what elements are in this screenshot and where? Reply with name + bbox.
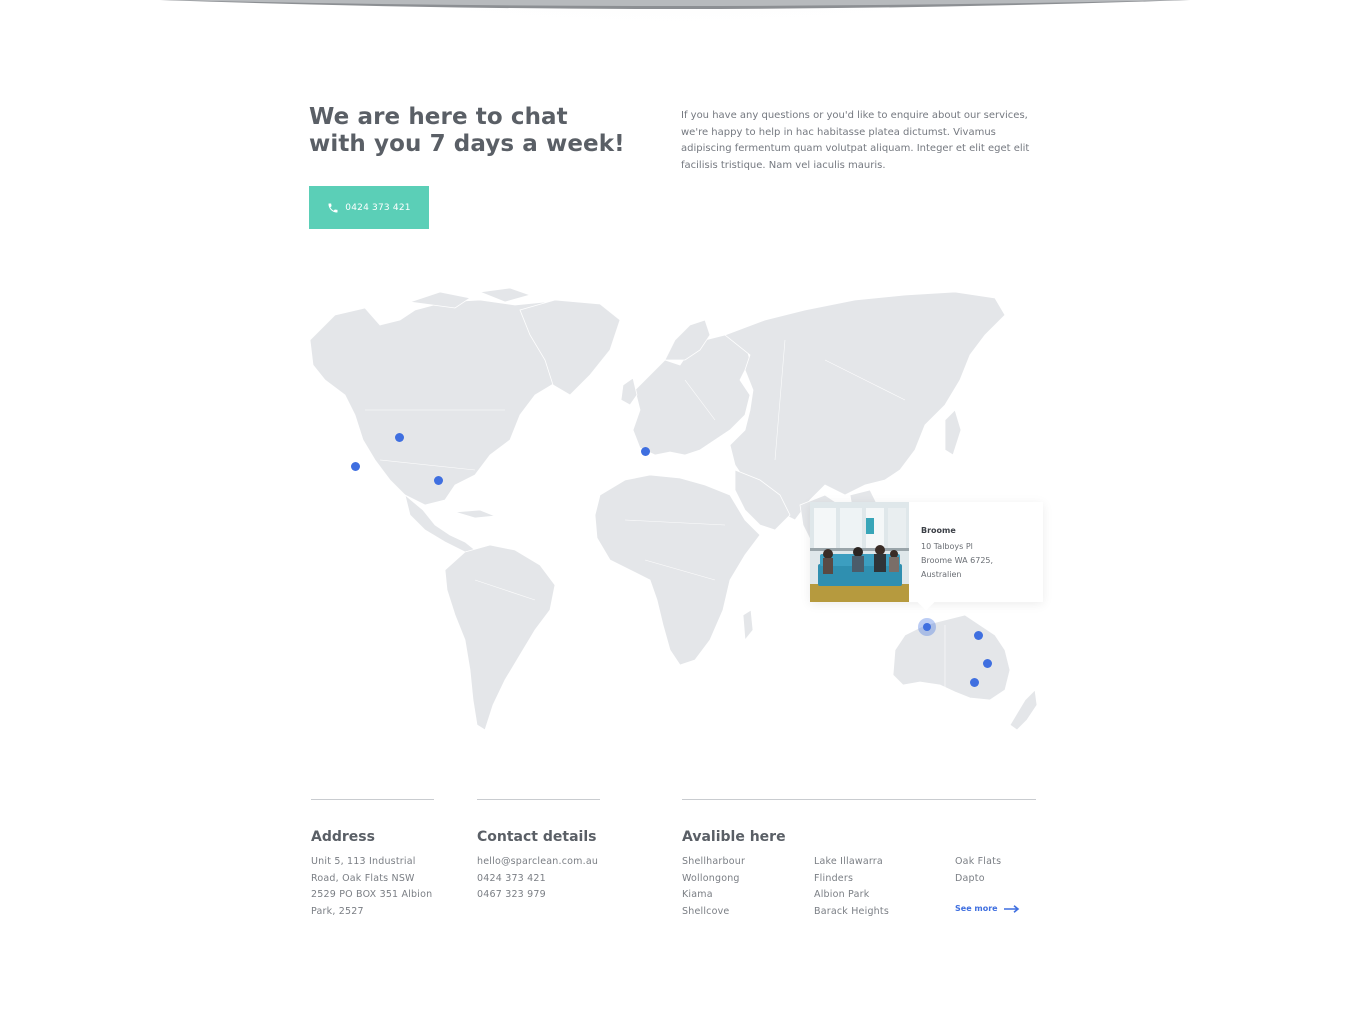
arrow-right-icon	[1003, 904, 1019, 913]
location-item[interactable]: Flinders	[814, 871, 944, 888]
available-list-3: Oak Flats Dapto	[955, 854, 1045, 887]
contact-divider	[477, 799, 600, 800]
location-item[interactable]: Shellharbour	[682, 854, 802, 871]
location-item[interactable]: Shellcove	[682, 904, 802, 921]
map-pin-australia-2[interactable]	[973, 630, 983, 640]
map-pin-australia-4[interactable]	[969, 677, 979, 687]
title-line-2: with you 7 days a week!	[309, 131, 625, 157]
location-details: Broome 10 Talboys Pl Broome WA 6725, Aus…	[909, 502, 993, 602]
address-title: Address	[311, 829, 375, 845]
available-title: Avalible here	[682, 829, 786, 845]
available-divider	[682, 799, 1036, 800]
address-line-1: Unit 5, 113 Industrial	[311, 856, 416, 867]
contact-text: hello@sparclean.com.au 0424 373 421 0467…	[477, 854, 647, 904]
location-popup: Broome 10 Talboys Pl Broome WA 6725, Aus…	[810, 502, 1043, 602]
available-list-2: Lake Illawarra Flinders Albion Park Bara…	[814, 854, 944, 920]
location-city: Broome	[921, 526, 956, 535]
contact-title: Contact details	[477, 829, 597, 845]
map-pin-north-america-2[interactable]	[350, 461, 360, 471]
call-button-label: 0424 373 421	[345, 202, 411, 213]
available-list-1: Shellharbour Wollongong Kiama Shellcove	[682, 854, 802, 920]
location-item[interactable]: Barack Heights	[814, 904, 944, 921]
location-item[interactable]: Albion Park	[814, 887, 944, 904]
location-item[interactable]: Kiama	[682, 887, 802, 904]
intro-paragraph: If you have any questions or you'd like …	[681, 110, 1030, 171]
address-line-2: Road, Oak Flats NSW	[311, 872, 415, 884]
map-pin-broome[interactable]	[918, 618, 936, 636]
location-item[interactable]: Lake Illawarra	[814, 854, 944, 871]
address-line-4: Park, 2527	[311, 905, 364, 917]
contact-email-link[interactable]: hello@sparclean.com.au	[477, 854, 647, 871]
address-divider	[311, 799, 434, 800]
page-title: We are here to chat with you 7 days a we…	[309, 104, 649, 158]
see-more-label: See more	[955, 904, 998, 913]
location-item[interactable]: Wollongong	[682, 871, 802, 888]
map-pin-australia-3[interactable]	[982, 658, 992, 668]
location-item[interactable]: Oak Flats	[955, 854, 1045, 871]
map-pin-north-america-1[interactable]	[394, 432, 404, 442]
header-shadow	[55, 0, 1295, 190]
address-text: Unit 5, 113 Industrial Road, Oak Flats N…	[311, 854, 451, 920]
phone-icon	[328, 203, 338, 212]
title-line-1: We are here to chat	[309, 104, 568, 130]
office-photo	[810, 502, 909, 602]
location-address-line-2: Broome WA 6725,	[921, 556, 994, 565]
map-pin-europe[interactable]	[640, 446, 650, 456]
location-item[interactable]: Dapto	[955, 871, 1045, 888]
map-pin-north-america-3[interactable]	[433, 475, 443, 485]
call-button[interactable]: 0424 373 421	[309, 186, 429, 229]
contact-phone-1[interactable]: 0424 373 421	[477, 871, 647, 888]
see-more-link[interactable]: See more	[955, 904, 1020, 913]
location-address-line-1: 10 Talboys Pl	[921, 542, 973, 551]
location-address-line-3: Australien	[921, 570, 962, 579]
contact-phone-2[interactable]: 0467 323 979	[477, 887, 647, 904]
address-line-3: 2529 PO BOX 351 Albion	[311, 889, 433, 901]
